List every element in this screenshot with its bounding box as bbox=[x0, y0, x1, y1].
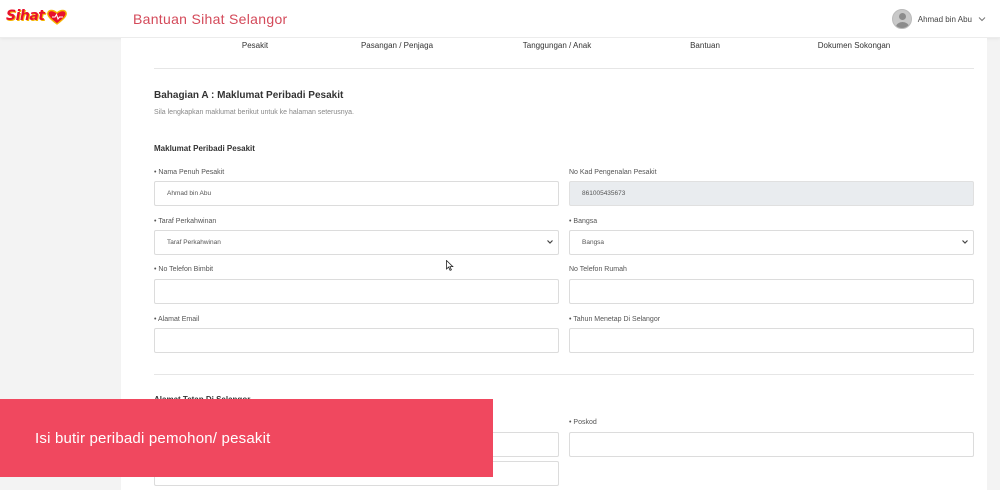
rumah-input[interactable] bbox=[569, 279, 974, 304]
bangsa-value: Bangsa bbox=[582, 239, 605, 246]
chevron-down-icon bbox=[547, 240, 553, 244]
bimbit-label: • No Telefon Bimbit bbox=[154, 266, 214, 273]
caption-overlay: Isi butir peribadi pemohon/ pesakit bbox=[0, 399, 493, 477]
nama-label: • Nama Penuh Pesakit bbox=[154, 169, 225, 176]
poskod-input[interactable] bbox=[569, 432, 974, 457]
avatar bbox=[891, 9, 912, 29]
nama-value: Ahmad bin Abu bbox=[167, 190, 212, 197]
bimbit-input[interactable] bbox=[154, 279, 559, 304]
logo-wordmark: Sihat bbox=[6, 8, 45, 24]
email-input[interactable] bbox=[154, 328, 559, 353]
bangsa-label: • Bangsa bbox=[569, 218, 598, 225]
nama-input[interactable]: Ahmad bin Abu bbox=[154, 181, 559, 206]
ic-value: 861005435673 bbox=[582, 190, 626, 197]
tabs-divider bbox=[154, 68, 974, 69]
user-menu[interactable]: Ahmad bin Abu bbox=[891, 8, 986, 30]
heart-logo-icon bbox=[47, 9, 67, 25]
section-subtitle: Sila lengkapkan maklumat berikut untuk k… bbox=[154, 109, 354, 116]
taraf-value: Taraf Perkahwinan bbox=[167, 239, 221, 246]
chevron-down-icon bbox=[978, 17, 986, 22]
tab-pasangan-penjaga[interactable]: Pasangan / Penjaga bbox=[361, 41, 433, 50]
chevron-down-icon bbox=[962, 240, 968, 244]
taraf-select[interactable]: Taraf Perkahwinan bbox=[154, 230, 559, 255]
step-tabs: Pesakit Pasangan / Penjaga Tanggungan / … bbox=[121, 38, 987, 68]
tab-bantuan[interactable]: Bantuan bbox=[690, 41, 720, 50]
tahun-label: • Tahun Menetap Di Selangor bbox=[569, 316, 661, 323]
mouse-cursor-icon bbox=[446, 260, 454, 271]
rumah-label: No Telefon Rumah bbox=[569, 266, 627, 273]
section-title: Bahagian A : Maklumat Peribadi Pesakit bbox=[154, 90, 344, 101]
taraf-label: • Taraf Perkahwinan bbox=[154, 218, 217, 225]
poskod-label: • Poskod bbox=[569, 419, 597, 426]
app-title: Bantuan Sihat Selangor bbox=[133, 11, 288, 27]
group-title: Maklumat Peribadi Pesakit bbox=[154, 144, 255, 153]
tahun-input[interactable] bbox=[569, 328, 974, 353]
top-bar: Sihat Bantuan Sihat Selangor Ahmad bin A… bbox=[0, 0, 1000, 38]
user-name: Ahmad bin Abu bbox=[917, 14, 972, 24]
bangsa-select[interactable]: Bangsa bbox=[569, 230, 974, 255]
section-divider bbox=[154, 374, 974, 375]
ic-label: No Kad Pengenalan Pesakit bbox=[569, 169, 657, 176]
tab-pesakit[interactable]: Pesakit bbox=[242, 41, 268, 50]
tab-dokumen-sokongan[interactable]: Dokumen Sokongan bbox=[818, 41, 891, 50]
sihat-logo[interactable]: Sihat bbox=[6, 8, 68, 28]
tab-tanggungan-anak[interactable]: Tanggungan / Anak bbox=[523, 41, 592, 50]
ic-input[interactable]: 861005435673 bbox=[569, 181, 974, 206]
caption-text: Isi butir peribadi pemohon/ pesakit bbox=[35, 430, 271, 447]
email-label: • Alamat Email bbox=[154, 316, 200, 323]
